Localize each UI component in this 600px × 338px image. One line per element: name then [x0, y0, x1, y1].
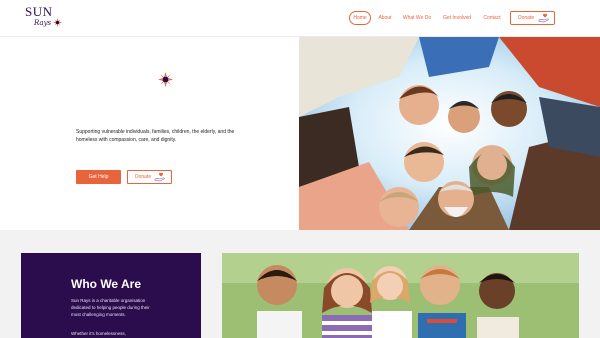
page: SUN Rays Home About What We Do Get Invol…: [0, 0, 600, 338]
get-help-button[interactable]: Get Help: [76, 170, 121, 184]
header-donate-label: Donate: [518, 15, 535, 21]
hero-donate-button[interactable]: Donate: [127, 170, 172, 184]
who-we-are-card: Who We Are Sun Rays is a charitable orga…: [21, 253, 201, 338]
nav-contact[interactable]: Contact: [480, 11, 504, 25]
sunburst-icon: [53, 18, 62, 27]
sunburst-icon: [158, 72, 173, 87]
logo-text-top: SUN: [25, 4, 53, 19]
hero-tagline: Supporting vulnerable individuals, famil…: [76, 129, 235, 143]
header-donate-button[interactable]: Donate: [510, 11, 555, 25]
about-text-continued: Whether it's homelessness,: [71, 331, 126, 336]
site-header: SUN Rays Home About What We Do Get Invol…: [0, 0, 600, 37]
hero-donate-label: Donate: [135, 174, 152, 180]
nav-home[interactable]: Home: [349, 11, 371, 25]
donate-hand-icon: [538, 13, 549, 23]
group-huddle-photo: [299, 37, 600, 230]
section-title: Who We Are: [71, 277, 142, 291]
about-text: Sun Rays is a charitable organisation de…: [71, 298, 150, 317]
logo-text-bottom: Rays: [34, 19, 52, 27]
nav-get-involved[interactable]: Get Involved: [440, 11, 474, 25]
logo[interactable]: SUN Rays: [25, 5, 65, 33]
nav-what-we-do[interactable]: What We Do: [400, 11, 434, 25]
donate-hand-icon: [154, 172, 165, 182]
nav-about[interactable]: About: [376, 11, 394, 25]
children-group-photo: [222, 253, 579, 338]
